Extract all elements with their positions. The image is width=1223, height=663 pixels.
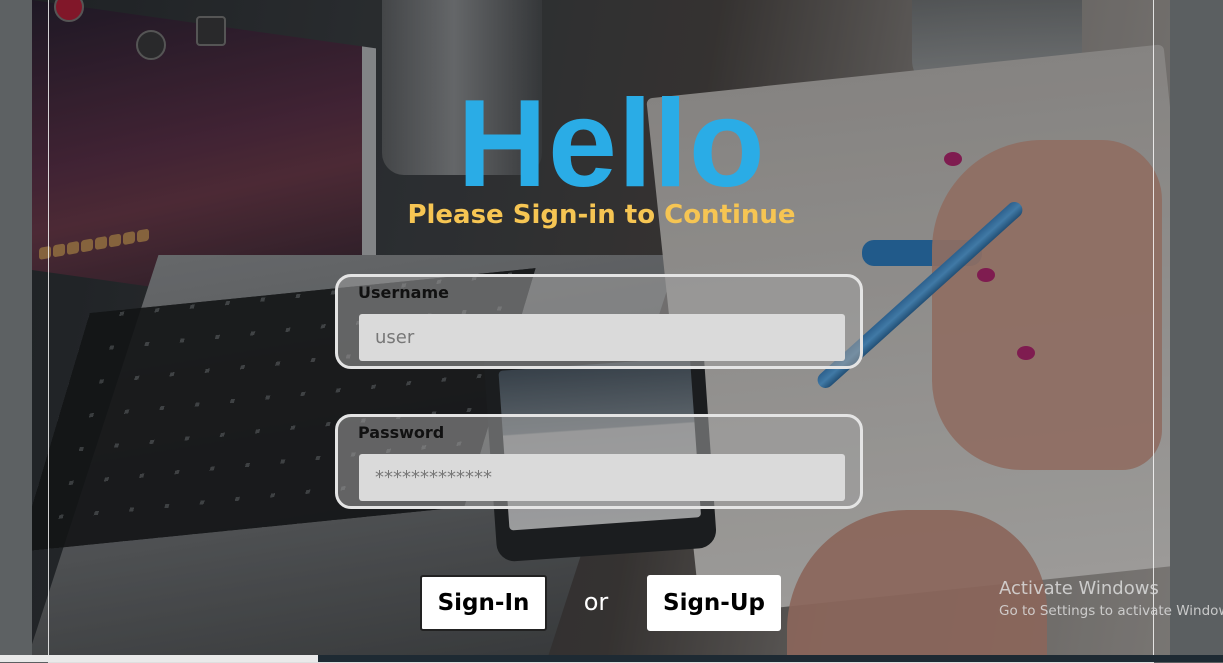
page-title: Hello	[457, 75, 766, 213]
password-card: Password	[335, 414, 863, 509]
username-card: Username	[335, 274, 863, 369]
or-separator: or	[583, 588, 609, 616]
password-label: Password	[358, 423, 445, 442]
password-input[interactable]	[359, 454, 845, 501]
activate-windows-watermark: Activate Windows Go to Settings to activ…	[999, 578, 1223, 619]
watermark-subtitle: Go to Settings to activate Windows.	[999, 603, 1223, 619]
username-label: Username	[358, 283, 449, 302]
sign-in-button[interactable]: Sign-In	[420, 575, 547, 631]
watermark-title: Activate Windows	[999, 578, 1159, 599]
page-subtitle: Please Sign-in to Continue	[407, 200, 796, 230]
sign-up-button[interactable]: Sign-Up	[647, 575, 781, 631]
taskbar-highlight	[0, 655, 318, 662]
username-input[interactable]	[359, 314, 845, 361]
